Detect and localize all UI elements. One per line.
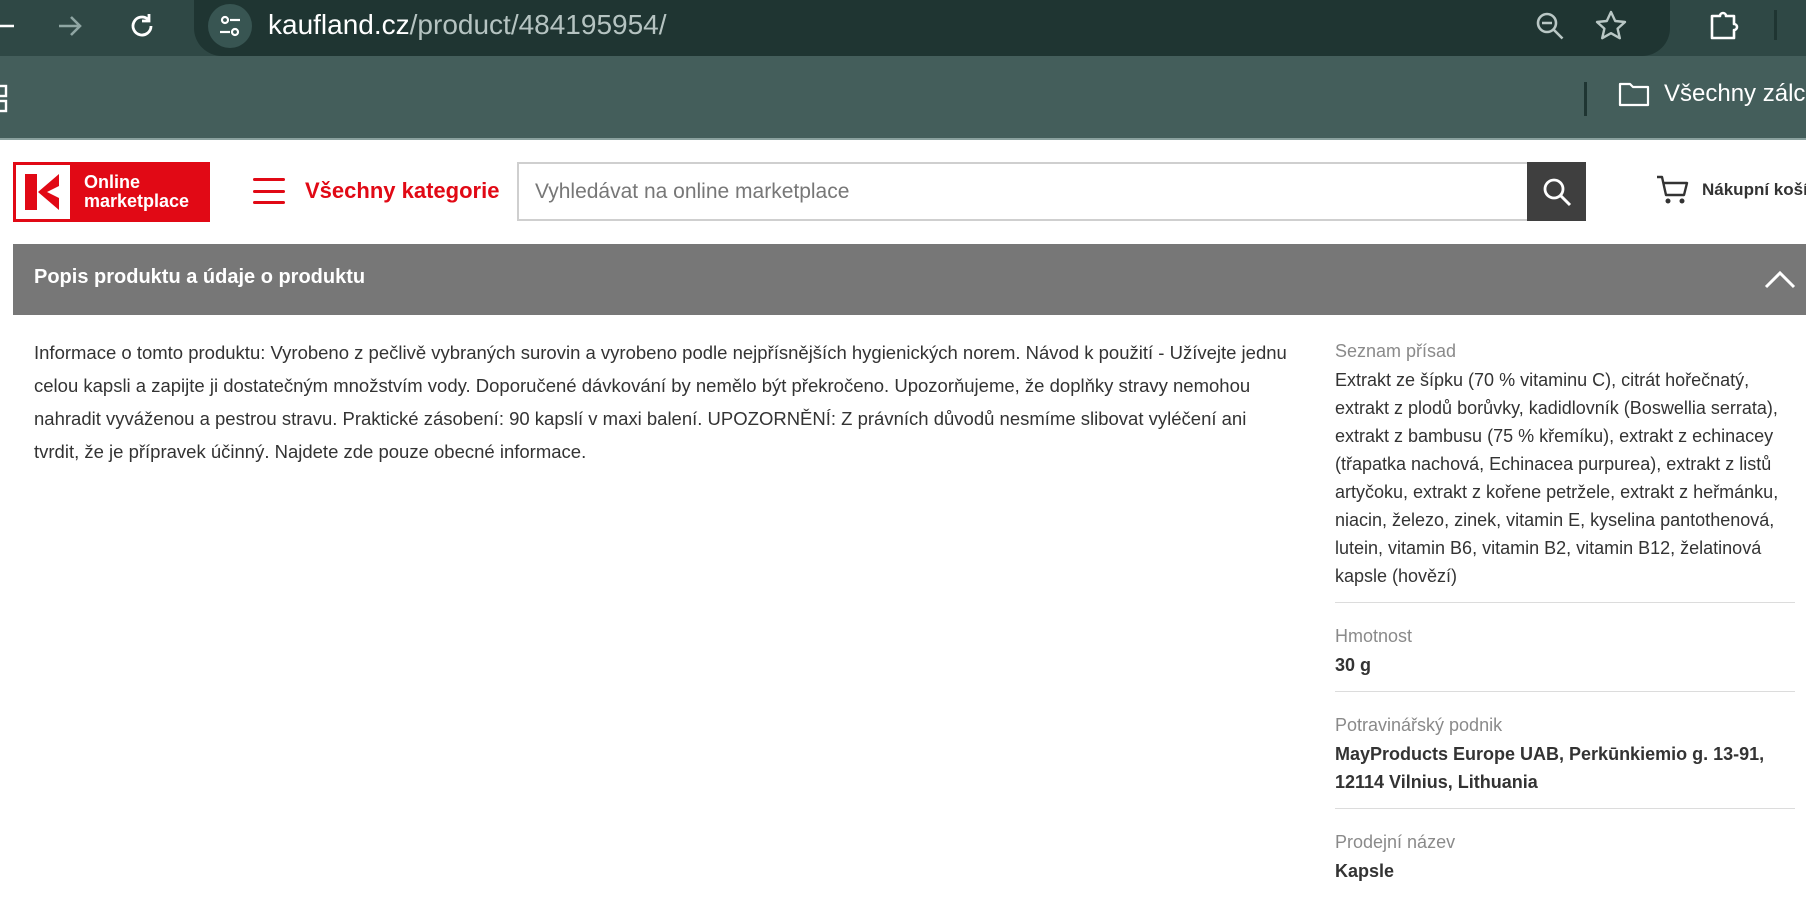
cart-label: Nákupní koší (1702, 180, 1806, 199)
back-button[interactable] (0, 6, 22, 46)
kaufland-k-icon (16, 165, 70, 219)
kaufland-logo[interactable]: Online marketplace (13, 162, 210, 222)
forward-arrow-icon (59, 16, 82, 36)
attribute-value: MayProducts Europe UAB, Perkūnkiemio g. … (1335, 744, 1765, 792)
attribute-ingredients: Seznam přísad Extrakt ze šípku (70 % vit… (1335, 336, 1795, 603)
forward-button[interactable] (50, 6, 90, 46)
site-header: Online marketplace Všechny kategorie Nák… (0, 142, 1806, 244)
cart-button[interactable]: Nákupní koší (1656, 174, 1806, 206)
all-categories-link[interactable]: Všechny kategorie (305, 178, 499, 204)
attribute-label: Prodejní název (1335, 832, 1456, 852)
reload-button[interactable] (122, 6, 162, 46)
site-settings-icon[interactable] (208, 4, 252, 48)
shopping-cart-icon (1657, 175, 1689, 204)
menu-hamburger-icon[interactable] (253, 178, 285, 204)
attribute-label: Seznam přísad (1335, 341, 1457, 361)
product-attributes: Seznam přísad Extrakt ze šípku (70 % vit… (1335, 336, 1795, 915)
attribute-value: Kapsle (1335, 861, 1395, 881)
reload-icon (131, 14, 153, 37)
search-input[interactable] (517, 162, 1528, 221)
extensions-icon[interactable] (1704, 6, 1742, 49)
product-description-text: Informace o tomto produktu: Vyrobeno z p… (34, 342, 1287, 462)
url-text[interactable]: kaufland.cz/product/484195954/ (268, 8, 667, 42)
all-bookmarks-folder[interactable]: Všechny zálc (1618, 80, 1805, 108)
bookmarks-divider (1584, 82, 1587, 116)
browser-toolbar: kaufland.cz/product/484195954/ (0, 0, 1806, 56)
address-bar[interactable]: kaufland.cz/product/484195954/ (194, 0, 1670, 56)
attribute-weight: Hmotnost 30 g (1335, 621, 1795, 692)
product-description-header[interactable]: Popis produktu a údaje o produktu (13, 244, 1806, 315)
attribute-value: Extrakt ze šípku (70 % vitaminu C), citr… (1335, 370, 1779, 586)
search-button[interactable] (1527, 162, 1586, 221)
attribute-label: Potravinářský podnik (1335, 715, 1503, 735)
apps-grid-icon[interactable] (0, 84, 10, 119)
bookmark-star-icon[interactable] (1594, 9, 1628, 48)
bookmarks-bar: Všechny zálc (0, 56, 1806, 140)
attribute-food-business: Potravinářský podnik MayProducts Europe … (1335, 710, 1795, 809)
attribute-label: Hmotnost (1335, 626, 1413, 646)
search-icon (1543, 178, 1571, 206)
toolbar-divider (1774, 10, 1777, 40)
back-arrow-icon (0, 24, 14, 28)
attribute-value: 30 g (1335, 655, 1372, 675)
chevron-up-icon[interactable] (1763, 268, 1797, 295)
zoom-icon[interactable] (1534, 10, 1566, 47)
logo-text: Online marketplace (84, 172, 190, 211)
folder-icon (1618, 82, 1650, 107)
attribute-sales-name: Prodejní název Kapsle (1335, 827, 1795, 897)
section-title: Popis produktu a údaje o produktu (34, 266, 366, 288)
all-bookmarks-label: Všechny zálc (1664, 80, 1806, 107)
